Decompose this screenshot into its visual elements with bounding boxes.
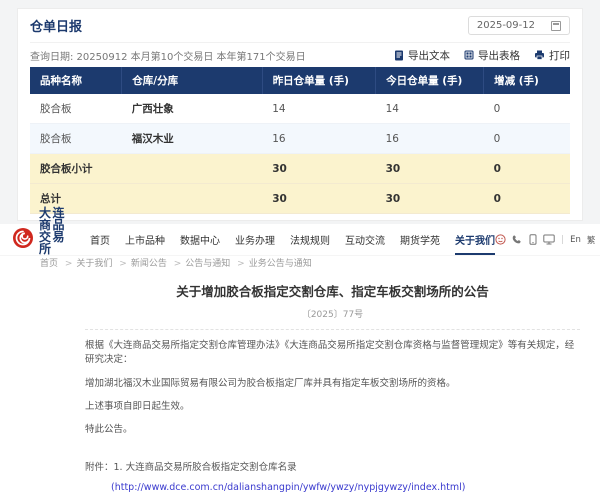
cell-change: 0 [484,94,570,124]
cell-variety: 胶合板 [30,94,122,124]
divider: | [561,235,564,245]
cell-yesterday: 14 [262,94,375,124]
report-toolbar: 查询日期: 20250912 本月第10个交易日 本年第171个交易日 导出文本… [30,43,570,67]
lang-traditional[interactable]: 繁 [587,234,596,246]
date-picker[interactable]: 2025-09-12 [468,16,570,35]
dce-logo-icon [12,227,34,253]
total-yesterday: 30 [262,184,375,214]
nav-item-home[interactable]: 首页 [90,224,110,255]
announcement-paragraph: 根据《大连商品交易所指定交割仓库管理办法》《大连商品交易所指定交割仓库资格与监督… [85,339,580,368]
announcement-paragraph: 增加湖北福汉木业国际贸易有限公司为胶合板指定厂库并具有指定车板交割场所的资格。 [85,377,580,391]
nav-item-about-us[interactable]: 关于我们 [455,224,495,255]
breadcrumb-home[interactable]: 首页 [40,256,76,269]
announcement-title: 关于增加胶合板指定交割仓库、指定车板交割场所的公告 [85,281,580,300]
nav-item-rules[interactable]: 法规规则 [290,224,330,255]
report-card: 仓单日报 2025-09-12 查询日期: 20250912 本月第10个交易日… [17,8,583,221]
cell-today: 16 [376,124,484,154]
subtotal-today: 30 [376,154,484,184]
print-label: 打印 [549,48,570,63]
attachment-link[interactable]: (http://www.dce.com.cn/dalianshangpin/yw… [111,482,466,493]
subtotal-warehouse [122,154,262,184]
main-nav: 首页 上市品种 数据中心 业务办理 法规规则 互动交流 期货学苑 关于我们 [90,224,495,255]
announcement-paragraph: 特此公告。 [85,423,580,437]
cell-warehouse: 福汉木业 [122,124,262,154]
breadcrumb: 首页 关于我们 新闻公告 公告与通知 业务公告与通知 [0,255,600,269]
phone-icon[interactable] [512,234,523,245]
total-warehouse [122,184,262,214]
attachment-item: 附件：1. 大连商品交易所胶合板指定交割仓库名录 [85,459,580,473]
header-tools: | En 繁 | 日 [495,232,600,247]
report-title: 仓单日报 [30,16,82,35]
total-today: 30 [376,184,484,214]
nav-item-products[interactable]: 上市品种 [125,224,165,255]
export-text-label: 导出文本 [408,48,450,63]
export-table-label: 导出表格 [478,48,520,63]
query-info: 查询日期: 20250912 本月第10个交易日 本年第171个交易日 [30,48,306,63]
logo-cn: 大连商品交易所 [39,207,74,255]
breadcrumb-about[interactable]: 关于我们 [76,256,130,269]
customer-service-icon[interactable] [495,234,506,245]
table-row: 胶合板 广西壮象 14 14 0 [30,94,570,124]
attachment-name: 1. 大连商品交易所胶合板指定交割仓库名录 [114,462,297,473]
subtotal-yesterday: 30 [262,154,375,184]
announcement: 关于增加胶合板指定交割仓库、指定车板交割场所的公告 〔2025〕77号 根据《大… [0,269,600,500]
subtotal-change: 0 [484,154,570,184]
lang-en[interactable]: En [570,235,581,245]
document-icon [394,50,404,61]
attachments-label: 附件： [85,462,114,473]
export-table-button[interactable]: 导出表格 [464,48,520,63]
cell-yesterday: 16 [262,124,375,154]
receipt-table: 品种名称 仓库/分库 昨日仓单量 (手) 今日仓单量 (手) 增减 (手) 胶合… [30,67,570,214]
mobile-icon[interactable] [529,234,537,245]
col-warehouse: 仓库/分库 [122,67,262,94]
divider [85,329,580,330]
printer-icon [534,50,545,60]
cell-today: 14 [376,94,484,124]
table-row: 胶合板 福汉木业 16 16 0 [30,124,570,154]
attachment-link-row: (http://www.dce.com.cn/dalianshangpin/yw… [85,482,580,493]
subtotal-row: 胶合板小计 30 30 0 [30,154,570,184]
cell-warehouse: 广西壮象 [122,94,262,124]
breadcrumb-notices[interactable]: 公告与通知 [185,256,248,269]
print-button[interactable]: 打印 [534,48,570,63]
nav-item-interaction[interactable]: 互动交流 [345,224,385,255]
report-header: 仓单日报 2025-09-12 [30,9,570,43]
date-value: 2025-09-12 [477,20,535,31]
col-change: 增减 (手) [484,67,570,94]
page: 仓单日报 2025-09-12 查询日期: 20250912 本月第10个交易日… [0,0,600,500]
table-icon [464,50,474,60]
export-text-button[interactable]: 导出文本 [394,48,450,63]
calendar-icon [551,21,561,31]
breadcrumb-news[interactable]: 新闻公告 [131,256,185,269]
nav-item-data-center[interactable]: 数据中心 [180,224,220,255]
col-variety: 品种名称 [30,67,122,94]
nav-item-business[interactable]: 业务办理 [235,224,275,255]
site-header: 大连商品交易所 DALIAN COMMODITY EXCHANGE 首页 上市品… [0,224,600,255]
attachments: 附件：1. 大连商品交易所胶合板指定交割仓库名录 (http://www.dce… [85,459,580,500]
export-actions: 导出文本 导出表格 打印 [394,48,570,63]
total-change: 0 [484,184,570,214]
announcement-doc-number: 〔2025〕77号 [85,307,580,320]
announcement-paragraph: 上述事项自即日起生效。 [85,400,580,414]
cell-change: 0 [484,124,570,154]
col-yesterday: 昨日仓单量 (手) [262,67,375,94]
col-today: 今日仓单量 (手) [376,67,484,94]
nav-item-academy[interactable]: 期货学苑 [400,224,440,255]
cell-variety: 胶合板 [30,124,122,154]
table-header-row: 品种名称 仓库/分库 昨日仓单量 (手) 今日仓单量 (手) 增减 (手) [30,67,570,94]
total-row: 总计 30 30 0 [30,184,570,214]
monitor-icon[interactable] [543,234,555,245]
breadcrumb-business-notices[interactable]: 业务公告与通知 [249,256,312,269]
subtotal-label: 胶合板小计 [30,154,122,184]
